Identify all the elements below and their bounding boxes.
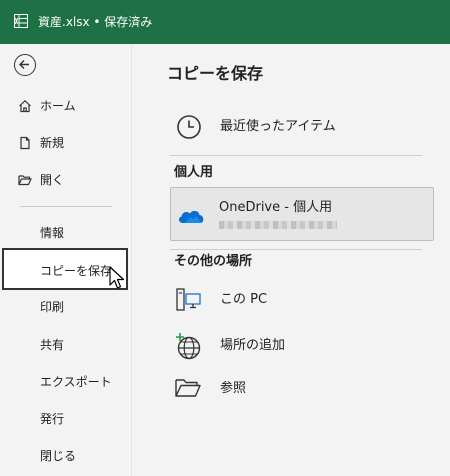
home-icon: [19, 99, 31, 113]
sidebar-item-label: 開く: [40, 173, 65, 187]
sidebar-item-open[interactable]: 開く: [0, 165, 131, 195]
sidebar-divider: [20, 206, 112, 207]
this-pc-icon: [176, 288, 201, 311]
divider: [170, 155, 422, 156]
onedrive-cloud-icon: [178, 210, 204, 223]
add-place-option[interactable]: 場所の追加: [170, 329, 420, 363]
main-pane: コピーを保存 最近使ったアイテム 個人用 OneDrive - 個人用 その他の…: [132, 44, 450, 476]
sidebar-item-label: 発行: [40, 412, 65, 426]
sidebar-item-print[interactable]: 印刷: [0, 292, 131, 322]
this-pc-option[interactable]: この PC: [170, 283, 420, 317]
sidebar-item-label: エクスポート: [40, 375, 112, 389]
sidebar-item-close[interactable]: 閉じる: [0, 441, 131, 471]
recent-items-option[interactable]: 最近使ったアイテム: [170, 110, 450, 144]
browse-label: 参照: [220, 381, 247, 396]
sidebar-item-label: 新規: [40, 136, 65, 150]
sidebar-item-share[interactable]: 共有: [0, 330, 131, 360]
sidebar-item-label: 情報: [40, 226, 65, 240]
document-title: 資産.xlsx • 保存済み: [38, 15, 153, 29]
other-locations-header: その他の場所: [174, 254, 253, 269]
backstage-sidebar: ホーム 新規 開く 情報 コピーを保存 印刷 共有 エクスポート 発行 閉じる: [0, 44, 132, 476]
divider: [170, 249, 422, 250]
onedrive-personal-option[interactable]: OneDrive - 個人用: [170, 187, 434, 241]
sidebar-item-info[interactable]: 情報: [0, 218, 131, 248]
new-file-icon: [20, 136, 30, 150]
sidebar-item-label: 閉じる: [40, 449, 77, 463]
open-folder-icon: [18, 175, 32, 186]
page-title: コピーを保存: [167, 64, 264, 83]
clock-icon: [177, 115, 201, 139]
sidebar-item-label: ホーム: [40, 99, 76, 113]
mouse-cursor-icon: [109, 266, 125, 289]
personal-section-header: 個人用: [174, 165, 214, 180]
browse-folder-icon: [175, 379, 201, 397]
back-button[interactable]: [14, 54, 36, 76]
add-place-label: 場所の追加: [220, 338, 286, 353]
account-email-blurred: [219, 221, 337, 229]
sidebar-item-new[interactable]: 新規: [0, 128, 131, 158]
this-pc-label: この PC: [220, 292, 268, 307]
sidebar-item-export[interactable]: エクスポート: [0, 367, 131, 397]
sidebar-item-label: 印刷: [40, 300, 65, 314]
add-place-globe-icon: [176, 333, 201, 360]
excel-icon: [14, 14, 28, 28]
back-arrow-icon: [19, 60, 29, 69]
sidebar-item-label: 共有: [40, 338, 65, 352]
recent-items-label: 最近使ったアイテム: [220, 119, 336, 134]
sidebar-item-label: コピーを保存: [40, 264, 113, 278]
sidebar-item-publish[interactable]: 発行: [0, 404, 131, 434]
browse-option[interactable]: 参照: [170, 372, 420, 406]
onedrive-label: OneDrive - 個人用: [219, 200, 333, 215]
title-bar: 資産.xlsx • 保存済み: [0, 0, 450, 44]
sidebar-item-home[interactable]: ホーム: [0, 91, 131, 121]
